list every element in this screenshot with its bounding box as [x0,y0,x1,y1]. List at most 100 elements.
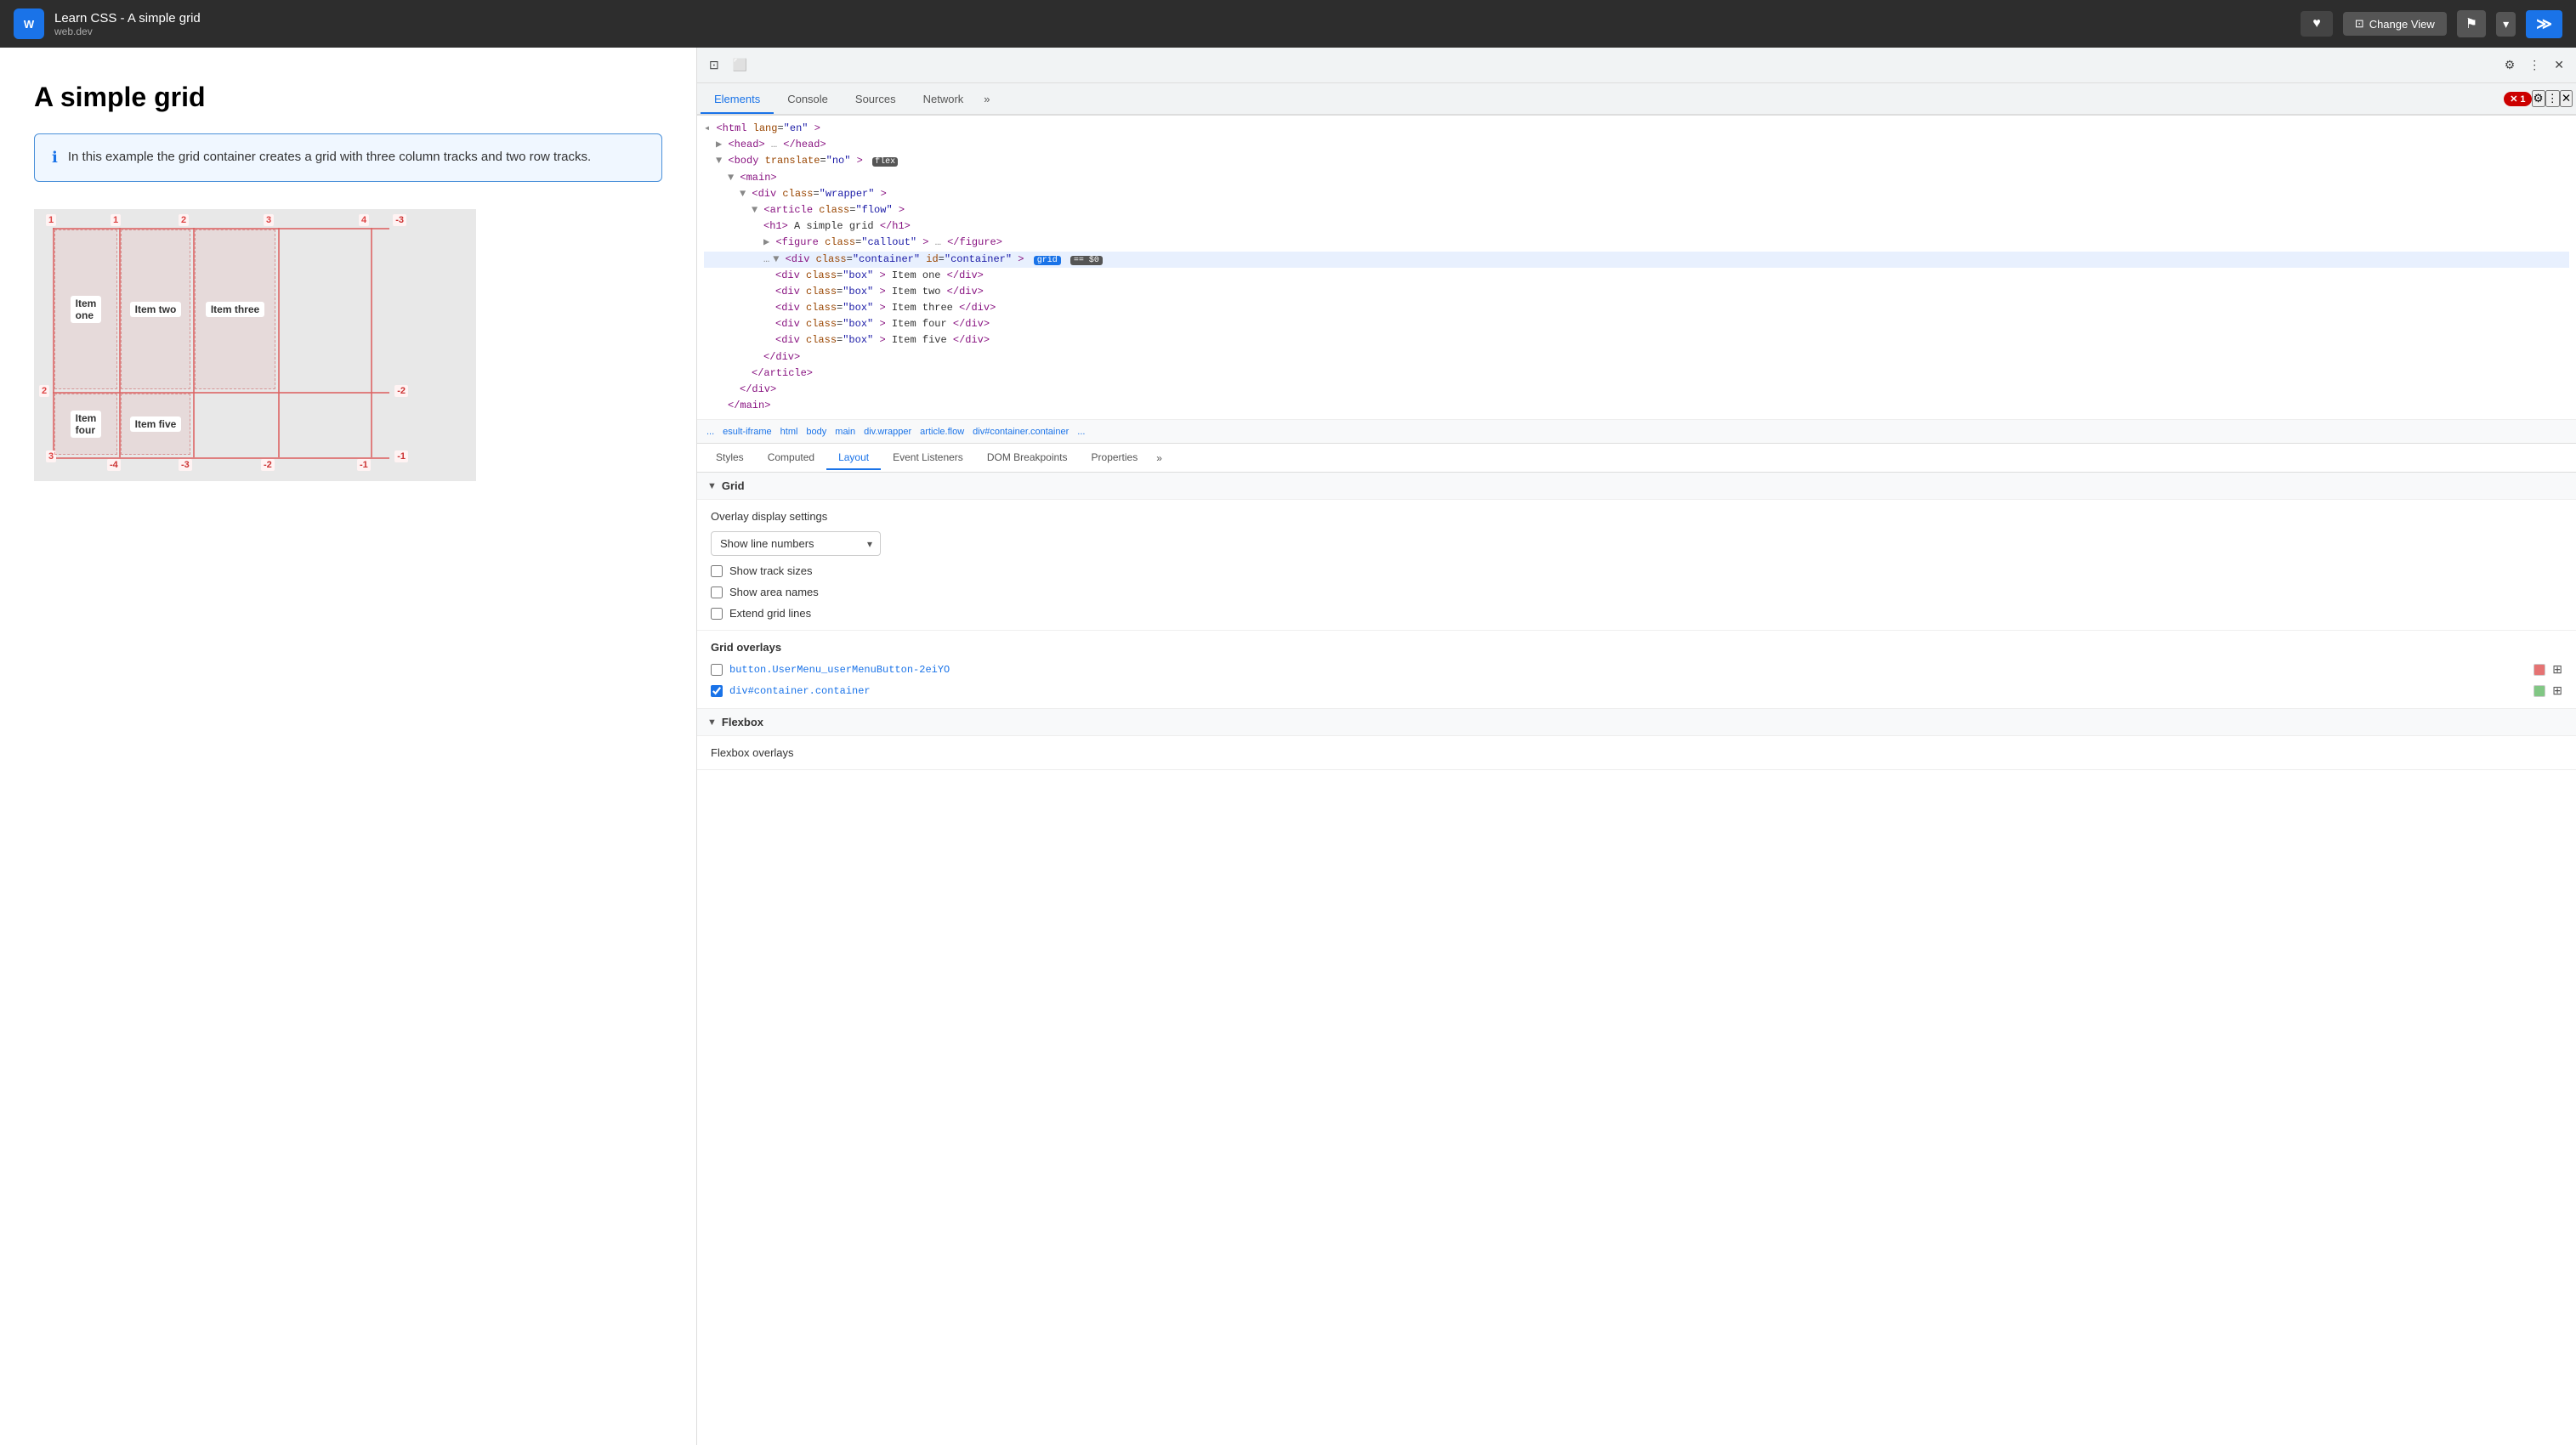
tab-computed[interactable]: Computed [756,446,826,470]
grid-outer: 1 2 3 -3 -2 -1 1 2 3 4 -4 -3 -2 -1 [34,209,476,481]
tab-layout[interactable]: Layout [826,446,881,470]
bc-container[interactable]: div#container.container [970,426,1071,438]
grid-item-3: Item three [195,230,275,389]
grid-vline-4 [278,228,280,457]
btn-overlay-grid-icon[interactable]: ⊞ [2552,662,2562,677]
html-tree: ◂ <html lang="en" > ▶ <head> … </head> ▼… [697,116,2576,420]
close-button[interactable]: ✕ [2549,54,2569,76]
bc-more[interactable]: ... [1075,426,1087,438]
grid-inner: 1 2 3 -3 -2 -1 1 2 3 4 -4 -3 -2 -1 [53,228,389,457]
tab-sources[interactable]: Sources [842,86,910,114]
show-track-sizes-checkbox[interactable] [711,565,723,577]
article-heading: A simple grid [34,82,662,113]
html-line-container[interactable]: … ▼ <div class="container" id="container… [704,252,2569,268]
grid-num-c3: 3 [264,214,274,226]
devtools-more-button[interactable]: ⋮ [2545,90,2560,107]
grid-vline-5 [371,228,372,457]
site-logo: W [14,8,44,39]
dropdown-chevron-button[interactable]: ▾ [2496,12,2516,37]
extend-grid-lines-label[interactable]: Extend grid lines [729,607,811,620]
div-overlay-label[interactable]: div#container.container [729,685,2527,697]
devtools-settings-button[interactable]: ⚙ [2532,90,2545,107]
page-content: A simple grid ℹ In this example the grid… [0,48,697,1445]
html-line-close-main: </main> [704,398,2569,414]
div-overlay-color[interactable] [2533,685,2545,697]
flexbox-section-header[interactable]: ▼ Flexbox [697,709,2576,736]
grid-num-rn2: -2 [394,385,408,397]
grid-hline-3 [53,457,389,459]
extend-grid-lines-checkbox[interactable] [711,608,723,620]
grid-num-cn3: -3 [179,459,192,471]
tab-network[interactable]: Network [910,86,978,114]
top-bar: W Learn CSS - A simple grid web.dev ♥ ⊡ … [0,0,2576,48]
grid-overlays-title: Grid overlays [711,641,2562,654]
grid-num-cn2: -2 [261,459,275,471]
devtools-close-button[interactable]: ✕ [2560,90,2573,107]
tab-event-listeners[interactable]: Event Listeners [881,446,975,470]
bc-div-wrapper[interactable]: div.wrapper [861,426,914,438]
more-options-button[interactable]: ⋮ [2523,54,2545,76]
bc-result-iframe[interactable]: esult-iframe [720,426,774,438]
btn-overlay-checkbox[interactable] [711,664,723,676]
tab-styles[interactable]: Styles [704,446,756,470]
terminal-button[interactable]: ≫ [2526,10,2562,38]
html-line-box3: <div class="box" > Item three </div> [704,300,2569,316]
html-line-box5: <div class="box" > Item five </div> [704,332,2569,348]
info-box: ℹ In this example the grid container cre… [34,133,662,182]
bc-article-flow[interactable]: article.flow [917,426,967,438]
grid-num-r1: 1 [46,214,56,226]
flexbox-overlays-title: Flexbox overlays [711,746,2562,759]
sub-tab-more[interactable]: » [1149,447,1169,469]
device-icon-button[interactable]: ⬜ [728,54,752,76]
grid-num-rn1: -1 [394,450,408,462]
bc-main[interactable]: main [832,426,858,438]
bc-dots[interactable]: ... [704,426,717,438]
html-line-box1: <div class="box" > Item one </div> [704,268,2569,284]
overlay-item-div: div#container.container ⊞ [711,683,2562,698]
error-count-badge[interactable]: ✕1 [2504,92,2531,106]
grid-num-cn1: -1 [357,459,371,471]
div-overlay-grid-icon[interactable]: ⊞ [2552,683,2562,698]
more-tabs-button[interactable]: » [977,86,996,112]
main-layout: A simple grid ℹ In this example the grid… [0,48,2576,1445]
tab-console[interactable]: Console [774,86,842,114]
show-area-names-row: Show area names [711,586,2562,598]
settings-button[interactable]: ⚙ [2499,54,2521,76]
s0-badge: == $0 [1070,256,1103,265]
bc-html[interactable]: html [778,426,801,438]
grid-item-5: Item five [121,394,190,455]
grid-section-body: Overlay display settings Show line numbe… [697,500,2576,631]
grid-section-header[interactable]: ▼ Grid [697,473,2576,500]
html-line-box4: <div class="box" > Item four </div> [704,316,2569,332]
show-area-names-label[interactable]: Show area names [729,586,819,598]
layout-panel: ▼ Grid Overlay display settings Show lin… [697,473,2576,1445]
tab-elements[interactable]: Elements [701,86,774,114]
html-line-box2: <div class="box" > Item two </div> [704,284,2569,300]
devtools-panel: ⊡ ⬜ ⚙ ⋮ ✕ Elements Console Sources Netwo… [697,48,2576,1445]
overlay-display-select[interactable]: Show line numbers Show track sizes Show … [711,531,881,556]
overlay-display-label: Overlay display settings [711,510,2562,523]
devtools-toolbar: ⊡ ⬜ ⚙ ⋮ ✕ [697,48,2576,83]
change-view-button[interactable]: ⊡ Change View [2343,12,2447,36]
flexbox-section-body: Flexbox overlays [697,736,2576,770]
flex-badge: flex [872,157,898,167]
bc-body[interactable]: body [803,426,829,438]
heart-button[interactable]: ♥ [2301,11,2333,37]
btn-overlay-color[interactable] [2533,664,2545,676]
html-line-wrapper: ▼ <div class="wrapper" > [704,186,2569,202]
btn-overlay-label[interactable]: button.UserMenu_userMenuButton-2eiYO [729,664,2527,676]
bookmark-button[interactable]: ⚑ [2457,10,2486,37]
grid-visualization: 1 2 3 -3 -2 -1 1 2 3 4 -4 -3 -2 -1 [34,209,476,481]
show-area-names-checkbox[interactable] [711,586,723,598]
page-title: Learn CSS - A simple grid [54,11,201,26]
tab-properties[interactable]: Properties [1080,446,1150,470]
tab-dom-breakpoints[interactable]: DOM Breakpoints [975,446,1080,470]
info-icon: ℹ [52,149,58,167]
title-block: Learn CSS - A simple grid web.dev [54,11,201,37]
devtools-tabs: Elements Console Sources Network » ✕1 ⚙ … [697,83,2576,116]
inspect-icon-button[interactable]: ⊡ [704,54,724,76]
overlay-select-wrapper: Show line numbers Show track sizes Show … [711,531,881,556]
div-overlay-checkbox[interactable] [711,685,723,697]
show-track-sizes-label[interactable]: Show track sizes [729,564,813,577]
monitor-icon: ⊡ [2355,17,2364,31]
